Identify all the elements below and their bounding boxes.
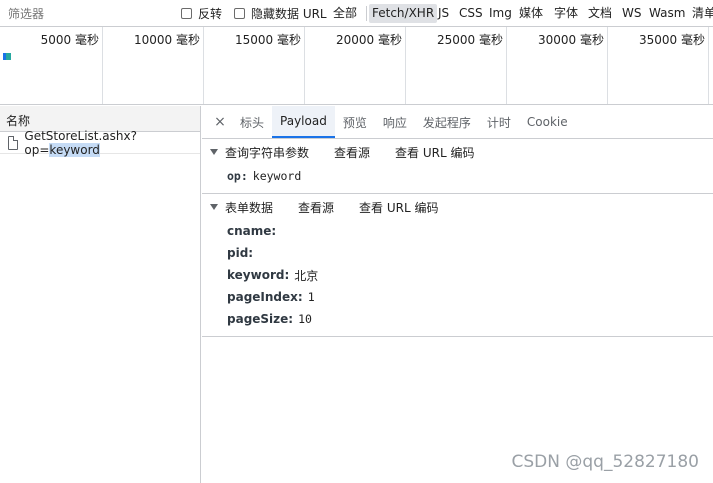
query-string-title: 查询字符串参数 [225,145,310,160]
name-column-label: 名称 [6,114,31,128]
query-string-header[interactable]: 查询字符串参数 查看源 查看 URL 编码 [202,139,713,165]
form-param-row: pageIndex: 1 [202,286,713,308]
timeline-tick-label: 20000 毫秒 [336,33,402,47]
tab-cookies[interactable]: Cookie [519,106,576,138]
query-string-section: 查询字符串参数 查看源 查看 URL 编码 op: keyword [202,139,713,194]
filter-bar: 反转 隐藏数据 URL 全部 Fetch/XHR JS CSS Img 媒体 字… [0,0,713,27]
close-icon[interactable]: × [208,106,232,138]
param-value: 10 [298,312,312,326]
expand-triangle-icon[interactable] [210,204,218,210]
timeline-tick-label: 5000 毫秒 [40,33,99,47]
request-detail-pane: × 标头 Payload 预览 响应 发起程序 计时 Cookie 查询字符串参… [202,106,713,483]
timeline-tick-label: 10000 毫秒 [134,33,200,47]
timeline-tick-label: 25000 毫秒 [437,33,503,47]
timeline-gridline [405,27,406,104]
invert-checkbox[interactable]: 反转 [181,5,222,22]
checkbox-box[interactable] [234,8,245,19]
expand-triangle-icon[interactable] [210,149,218,155]
type-filter-ws[interactable]: WS [619,4,644,23]
timeline-tick-label: 35000 毫秒 [639,33,705,47]
query-param-row: op: keyword [202,165,713,187]
type-filter-js[interactable]: JS [435,4,452,23]
tab-headers[interactable]: 标头 [232,106,272,138]
form-param-row: pageSize: 10 [202,308,713,330]
query-view-url-encoded-button[interactable]: 查看 URL 编码 [395,144,474,161]
param-value: 1 [307,290,315,304]
request-timing-bar-start [3,53,6,60]
request-name-highlight: keyword [49,142,100,157]
type-filter-doc[interactable]: 文档 [585,4,615,23]
type-filter-separator [366,6,367,21]
timeline-tick-label: 15000 毫秒 [235,33,301,47]
filter-input[interactable] [3,4,169,23]
tab-payload[interactable]: Payload [272,106,335,138]
timeline-gridline [304,27,305,104]
type-filter-wasm[interactable]: Wasm [646,4,688,23]
watermark: CSDN @qq_52827180 [511,452,699,472]
hide-data-urls-label: 隐藏数据 URL [251,7,327,21]
tab-initiator[interactable]: 发起程序 [415,106,479,138]
param-key: pid: [227,246,254,260]
form-data-section: 表单数据 查看源 查看 URL 编码 cname: pid: keyword: … [202,194,713,337]
timeline-tick-label: 30000 毫秒 [538,33,604,47]
param-key: cname: [227,224,277,238]
form-data-header[interactable]: 表单数据 查看源 查看 URL 编码 [202,194,713,220]
timeline-gridline [708,27,709,104]
timeline-gridline [102,27,103,104]
hide-data-urls-checkbox[interactable]: 隐藏数据 URL [234,5,327,22]
timeline-gridline [203,27,204,104]
timeline-gridline [506,27,507,104]
param-key: pageIndex: [227,290,303,304]
invert-label: 反转 [198,7,223,21]
tab-response[interactable]: 响应 [375,106,415,138]
param-key: op: [227,169,248,183]
type-filter-font[interactable]: 字体 [551,4,581,23]
param-key: keyword: [227,268,290,282]
request-row[interactable]: GetStoreList.ashx?op=keyword [0,129,200,157]
type-filter-fetch-xhr[interactable]: Fetch/XHR [369,4,438,23]
query-view-source-button[interactable]: 查看源 [334,144,370,161]
document-icon [8,135,19,150]
timeline-overview[interactable]: 5000 毫秒 10000 毫秒 15000 毫秒 20000 毫秒 25000… [0,27,713,105]
form-param-row: pid: [202,242,713,264]
form-view-url-encoded-button[interactable]: 查看 URL 编码 [359,199,438,216]
type-filter-media[interactable]: 媒体 [516,4,546,23]
request-name: GetStoreList.ashx?op=keyword [24,129,200,157]
timeline-gridline [607,27,608,104]
param-key: pageSize: [227,312,294,326]
type-filter-manifest[interactable]: 清单 [689,4,713,23]
type-filter-all[interactable]: 全部 [330,4,360,23]
type-filter-css[interactable]: CSS [456,4,486,23]
tab-timing[interactable]: 计时 [479,106,519,138]
detail-tabs: × 标头 Payload 预览 响应 发起程序 计时 Cookie [202,106,713,139]
type-filter-img[interactable]: Img [486,4,515,23]
checkbox-box[interactable] [181,8,192,19]
param-value: keyword [252,169,302,183]
form-data-title: 表单数据 [225,200,274,215]
param-value: 北京 [294,268,319,283]
request-list: 名称 GetStoreList.ashx?op=keyword [0,106,201,483]
form-param-row: keyword: 北京 [202,264,713,286]
form-param-row: cname: [202,220,713,242]
form-view-source-button[interactable]: 查看源 [298,199,334,216]
tab-preview[interactable]: 预览 [335,106,375,138]
